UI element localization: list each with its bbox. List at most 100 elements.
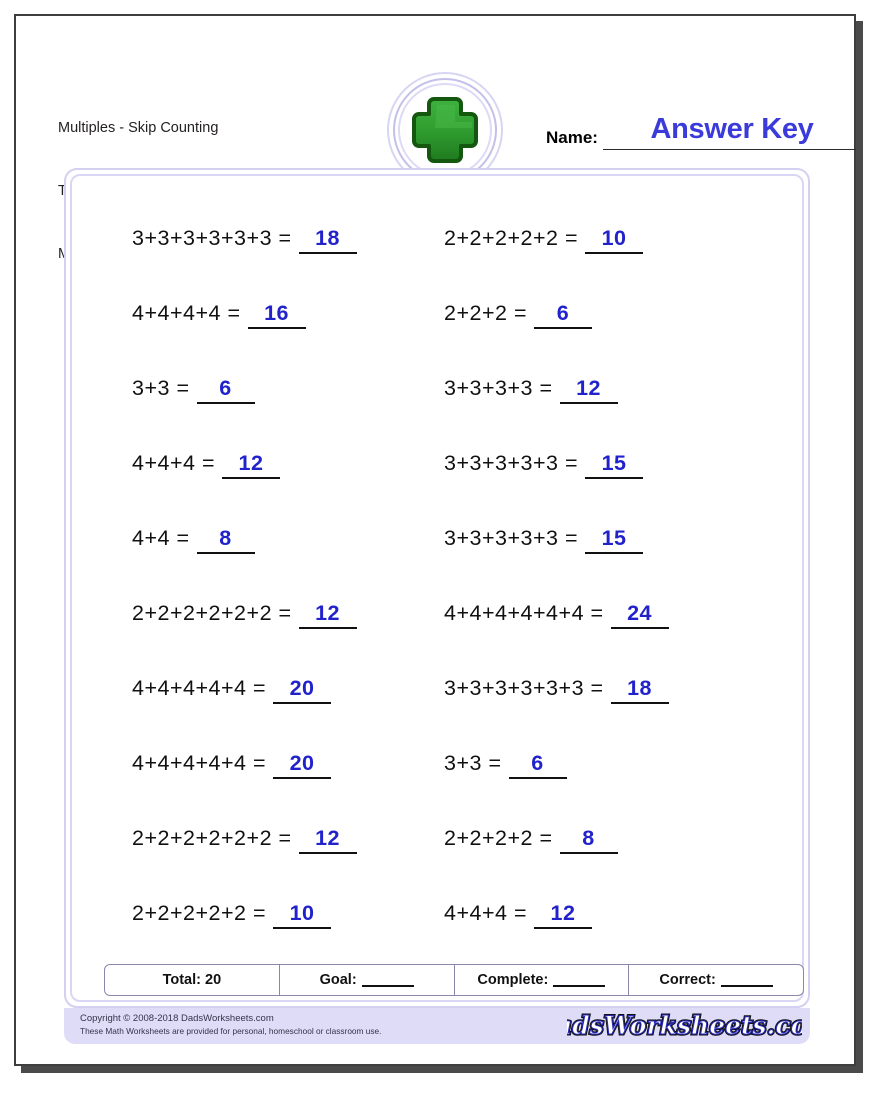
problem-cell: 3+3 = 6: [72, 352, 429, 427]
green-plus-cross-icon: [412, 97, 478, 163]
problem-expression: 4+4+4+4+4 =: [132, 750, 267, 775]
answer-value: 8: [582, 825, 595, 850]
total-label: Total: 20: [162, 972, 222, 988]
answer-value: 24: [627, 600, 653, 625]
name-field-row: Name: Answer Key: [546, 112, 856, 156]
problem-cell: 4+4+4+4 = 16: [72, 277, 429, 352]
problem: 4+4+4+4+4 = 20: [132, 750, 332, 779]
copyright-block: Copyright © 2008-2018 DadsWorksheets.com…: [80, 1012, 381, 1038]
answer-value: 12: [576, 375, 601, 400]
answer-value: 12: [315, 600, 341, 625]
problem-cell: 3+3+3+3 = 12: [429, 352, 802, 427]
answer-blank[interactable]: 8: [196, 525, 255, 554]
complete-blank[interactable]: [553, 974, 606, 987]
answer-blank[interactable]: 12: [222, 450, 281, 479]
problem-cell: 3+3+3+3+3 = 15: [429, 502, 802, 577]
copyright-line-2: These Math Worksheets are provided for p…: [80, 1026, 382, 1036]
answer-value: 12: [315, 825, 341, 850]
problem-expression: 3+3+3+3+3+3 =: [132, 225, 292, 250]
problem-expression: 3+3+3+3+3+3 =: [444, 675, 604, 700]
problem-cell: 4+4+4+4+4+4 = 24: [429, 577, 802, 652]
answer-value: 12: [550, 900, 576, 925]
problem-expression: 3+3+3+3+3 =: [444, 450, 579, 475]
worksheet-footer: Copyright © 2008-2018 DadsWorksheets.com…: [64, 1008, 810, 1044]
problem-expression: 3+3+3+3 =: [444, 375, 553, 400]
answer-value: 6: [219, 375, 232, 400]
correct-label: Correct:: [659, 972, 716, 988]
score-cell-complete[interactable]: Complete:: [455, 965, 630, 995]
answer-value: 20: [289, 750, 315, 775]
problem-cell: 2+2+2+2+2 = 10: [429, 202, 802, 277]
answer-blank[interactable]: 16: [247, 300, 306, 329]
answer-value: 20: [289, 675, 315, 700]
answer-blank[interactable]: 6: [196, 375, 255, 404]
name-label: Name:: [546, 128, 598, 147]
problem: 4+4+4+4+4 = 20: [132, 675, 332, 704]
correct-blank[interactable]: [720, 974, 773, 987]
answer-blank[interactable]: 8: [559, 825, 618, 854]
problem-cell: 3+3+3+3+3 = 15: [429, 427, 802, 502]
score-cell-goal[interactable]: Goal:: [280, 965, 455, 995]
answer-blank[interactable]: 18: [298, 226, 357, 254]
problem-cell: 3+3+3+3+3+3 = 18: [429, 652, 802, 727]
problem: 4+4 = 8: [132, 526, 255, 554]
problem: 3+3+3+3+3 = 15: [444, 450, 644, 479]
answer-blank[interactable]: 10: [585, 226, 644, 254]
problem-cell: 2+2+2+2+2+2 = 12: [72, 802, 429, 877]
answer-blank[interactable]: 18: [610, 676, 669, 704]
problem: 3+3 = 6: [132, 376, 255, 404]
problem-cell: 2+2+2 = 6: [429, 277, 802, 352]
problem-expression: 2+2+2+2+2 =: [132, 900, 267, 925]
problem-cell: 2+2+2+2+2+2 = 12: [72, 577, 429, 652]
complete-label: Complete:: [477, 972, 549, 988]
score-cell-total: Total: 20: [105, 965, 280, 995]
answer-blank[interactable]: 15: [585, 451, 644, 479]
score-bar: Total: 20 Goal: Complete: Correct:: [104, 964, 804, 996]
answer-blank[interactable]: 10: [273, 900, 332, 929]
answer-blank[interactable]: 24: [610, 600, 669, 629]
problem: 2+2+2 = 6: [444, 300, 593, 329]
goal-blank[interactable]: [361, 974, 414, 987]
answer-blank[interactable]: 15: [585, 526, 644, 554]
svg-text:DadsWorksheets.com: DadsWorksheets.com: [567, 1011, 802, 1040]
answer-value: 12: [238, 450, 264, 475]
problem-cell: 2+2+2+2+2 = 10: [72, 877, 429, 952]
answer-blank[interactable]: 20: [273, 675, 332, 704]
problem-expression: 2+2+2+2+2+2 =: [132, 825, 292, 850]
problem-cell: 4+4+4 = 12: [72, 427, 429, 502]
problem-cell: 4+4+4+4+4 = 20: [72, 652, 429, 727]
copyright-line-1: Copyright © 2008-2018 DadsWorksheets.com: [80, 1013, 274, 1024]
answer-value: 16: [264, 300, 289, 325]
problem: 3+3+3+3+3 = 15: [444, 525, 644, 554]
answer-blank[interactable]: 12: [534, 900, 593, 929]
problem-expression: 3+3 =: [132, 375, 190, 400]
problem: 4+4+4+4+4+4 = 24: [444, 601, 669, 629]
problem: 3+3 = 6: [444, 751, 567, 779]
dadsworksheets-brand-logo[interactable]: DadsWorksheets.com DadsWorksheets.com: [567, 1010, 802, 1042]
problem-expression: 2+2+2+2+2+2 =: [132, 600, 292, 625]
problem-cell: 3+3+3+3+3+3 = 18: [72, 202, 429, 277]
worksheet-page: Multiples - Skip Counting Twos, Threes, …: [14, 14, 856, 1066]
problem-expression: 4+4+4 =: [444, 900, 528, 925]
problem: 3+3+3+3+3+3 = 18: [132, 226, 357, 254]
answer-blank[interactable]: 12: [298, 600, 357, 629]
problem: 4+4+4 = 12: [132, 450, 281, 479]
answer-blank[interactable]: 12: [559, 375, 618, 404]
problems-panel-inner: 3+3+3+3+3+3 = 18 2+2+2+2+2 = 10 4+4+4+4 = 16 2…: [70, 174, 804, 1002]
score-cell-correct[interactable]: Correct:: [629, 965, 803, 995]
problem-cell: 4+4 = 8: [72, 502, 429, 577]
goal-label: Goal:: [319, 972, 357, 988]
problem-expression: 3+3+3+3+3 =: [444, 525, 579, 550]
problem: 3+3+3+3 = 12: [444, 376, 618, 404]
problem-expression: 4+4+4 =: [132, 450, 216, 475]
answer-value: 8: [219, 525, 232, 550]
answer-blank[interactable]: 20: [273, 750, 332, 779]
problem: 2+2+2+2+2+2 = 12: [132, 601, 357, 629]
answer-blank[interactable]: 12: [298, 825, 357, 854]
name-underline: [603, 149, 856, 150]
answer-value: 6: [556, 300, 570, 325]
answer-value: 10: [289, 900, 315, 925]
answer-blank[interactable]: 6: [534, 300, 593, 329]
worksheet-header: Multiples - Skip Counting Twos, Threes, …: [16, 16, 856, 262]
answer-blank[interactable]: 6: [508, 751, 567, 779]
